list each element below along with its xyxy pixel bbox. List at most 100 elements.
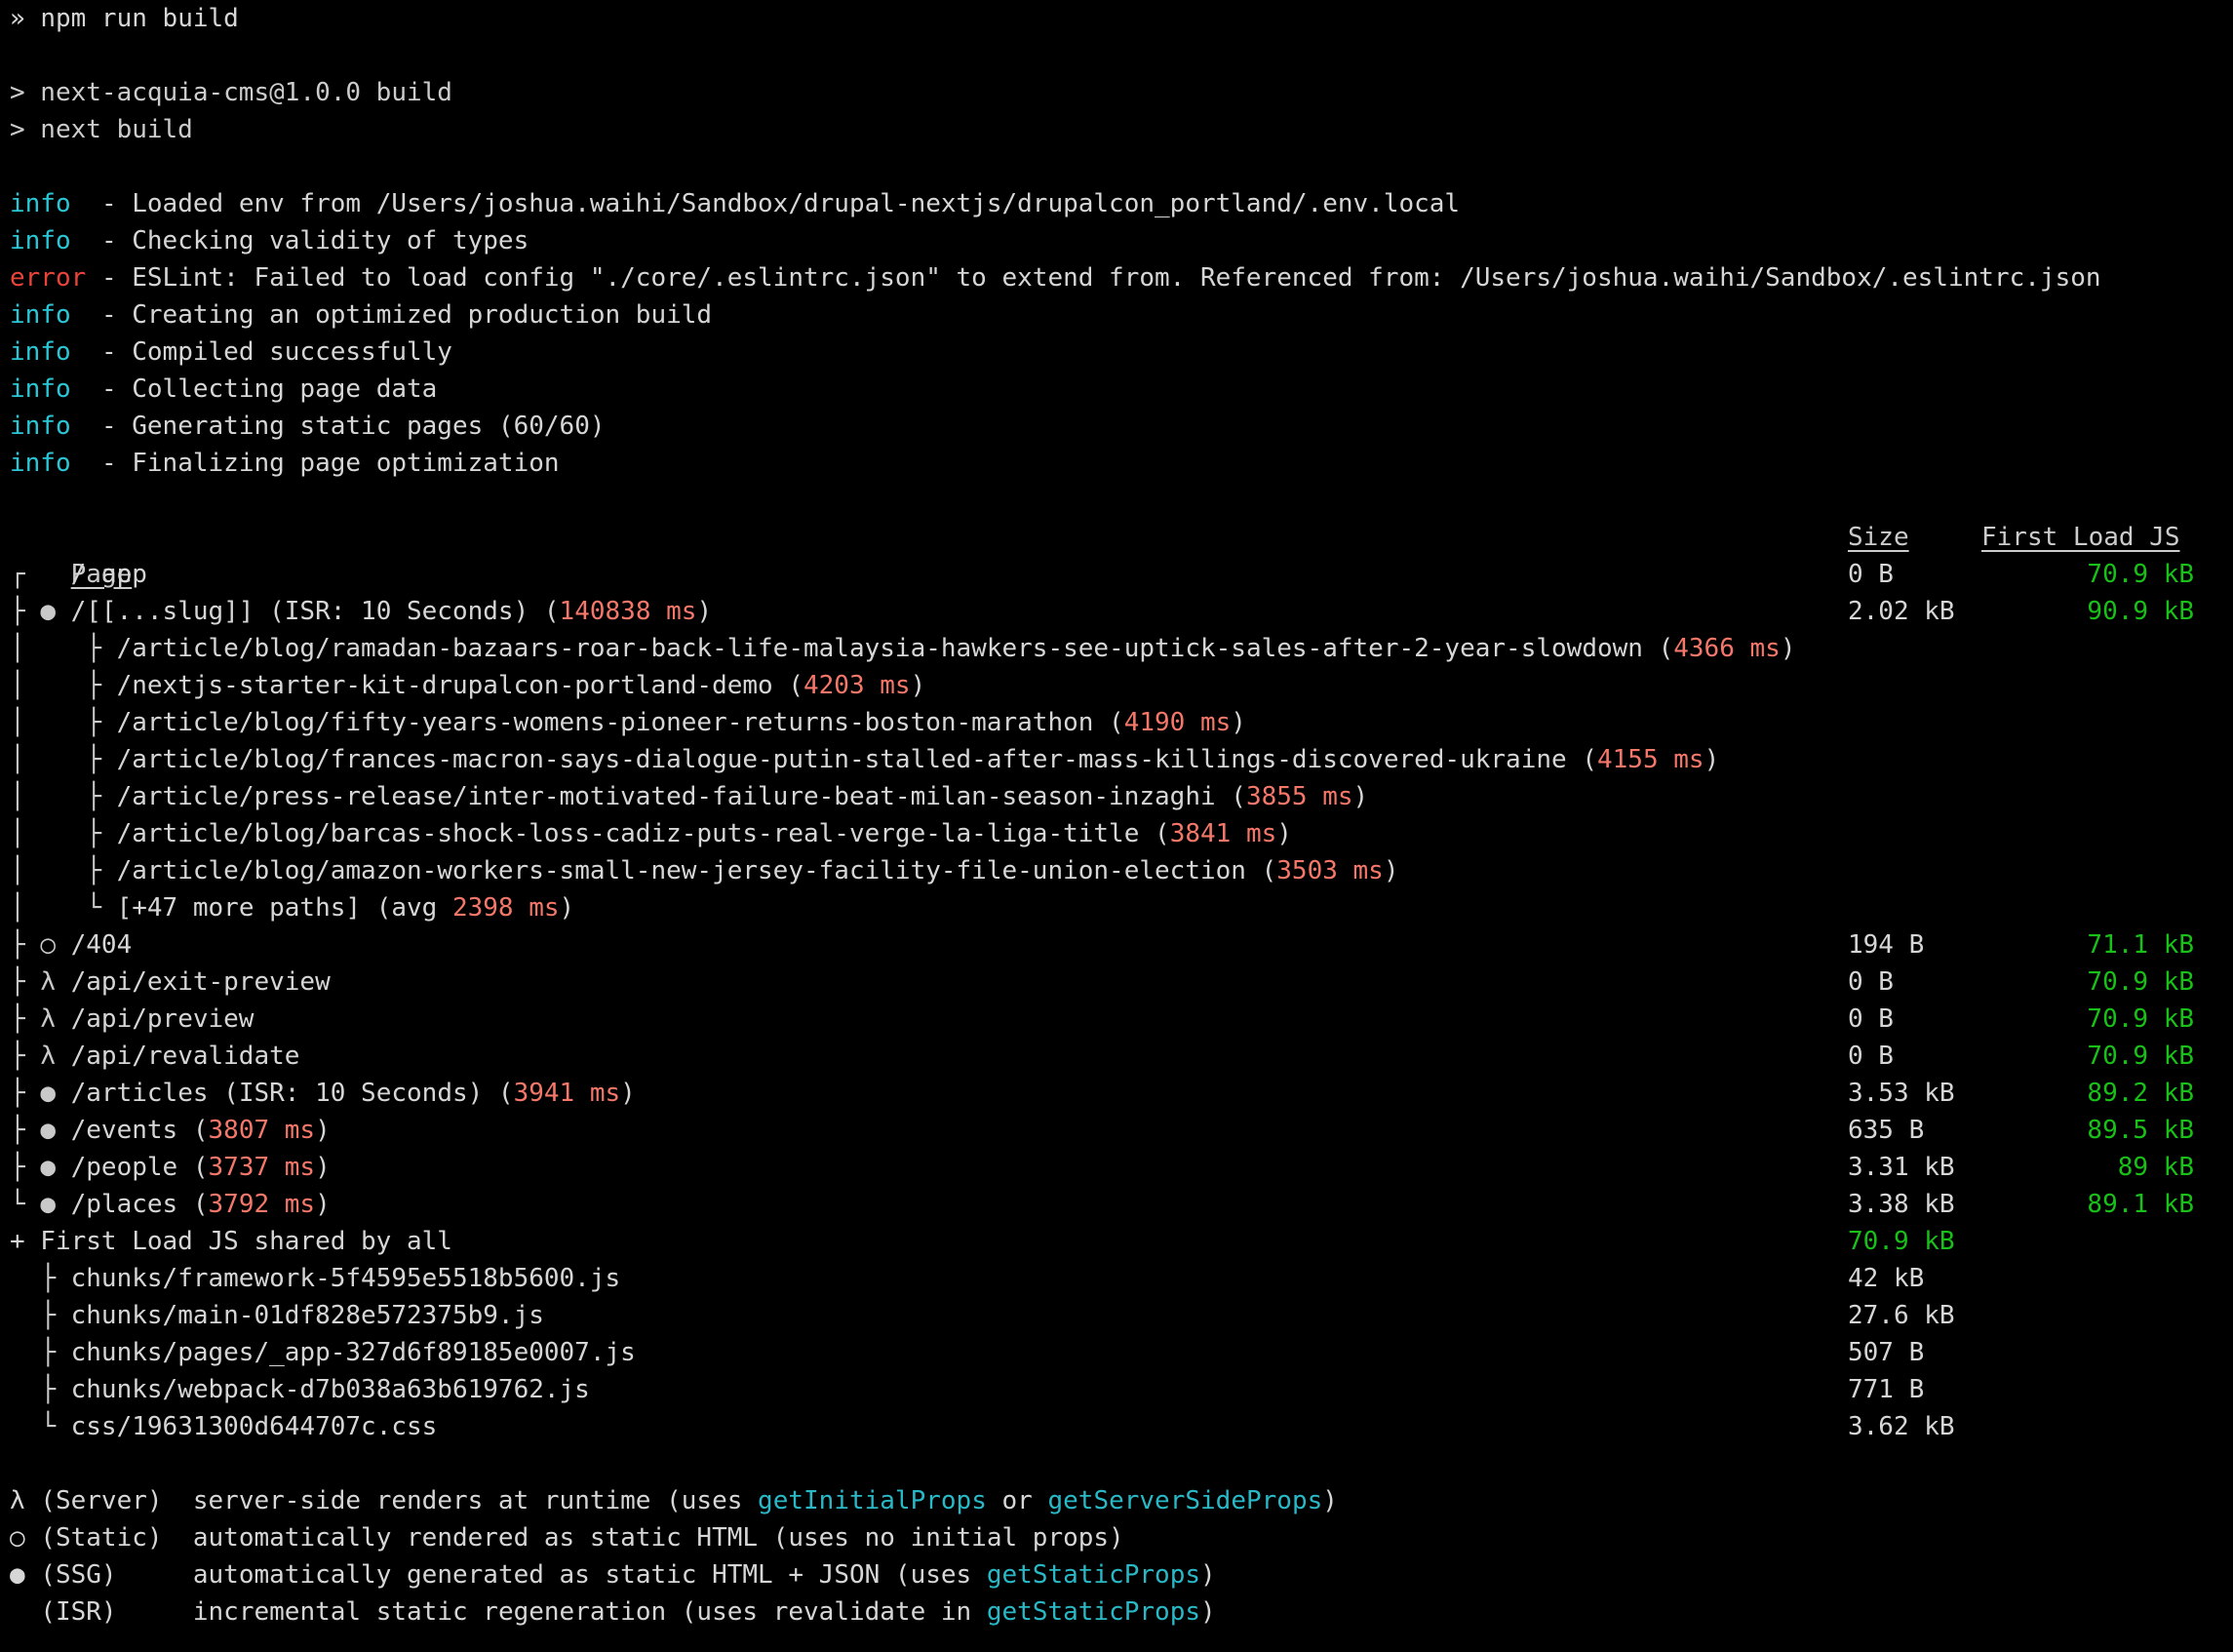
legend-marker-icon: ● [10,1560,25,1590]
command-text: npm run build [40,4,239,33]
tree-outer-connector: │ [10,708,25,737]
timing-wrap: ( [1215,782,1246,811]
chunk-size: 27.6 kB [1848,1301,1955,1330]
route-timing: 3737 ms [208,1153,316,1182]
timing-wrap-close: ) [620,1079,636,1108]
chunk-row: ├ chunks/framework-5f4595e5518b5600.js 42… [0,1260,2233,1297]
log-message: - ESLint: Failed to load config "./core/… [100,263,2101,293]
tree-gap [25,930,41,960]
route-path: /[[...slug]] [70,597,255,626]
legend-row: (ISR) incremental static regeneration (u… [0,1593,2233,1631]
route-timing: 3941 ms [513,1079,621,1108]
legend-close-paren: ) [1200,1597,1216,1627]
log-level: info [10,300,71,330]
route-size: 3.38 kB [1848,1190,1955,1219]
log-gap [71,300,101,330]
tree-outer-connector: │ [10,745,25,774]
tree-outer-connector: │ [10,893,25,923]
table-row: ├ ● /[[...slug]] (ISR: 10 Seconds) (1408… [0,593,2233,630]
log-gap [71,337,101,367]
log-message: - Creating an optimized production build [100,300,713,330]
marker-gap [56,1153,71,1182]
tree-gap [25,1004,41,1034]
tree-connector: ├ [40,1338,56,1367]
route-size: 3.31 kB [1848,1153,1955,1182]
legend-description: incremental static regeneration (uses re… [192,1597,987,1627]
route-first-load-js: 71.1 kB [2087,930,2194,960]
legend-description: automatically generated as static HTML +… [192,1560,987,1590]
path-timing: 4203 ms [803,671,911,700]
timing-wrap-close: ) [1231,708,1246,737]
legend-row: ○ (Static) automatically rendered as sta… [0,1519,2233,1556]
legend-function-name: getStaticProps [986,1597,1201,1627]
legend-marker-icon: λ [10,1486,25,1515]
chunk-name: chunks/framework-5f4595e5518b5600.js [70,1264,621,1293]
path-timing: 3503 ms [1276,856,1384,885]
marker-gap [56,1116,71,1145]
table-row: ├ ● /people (3737 ms) 3.31 kB 89 kB [0,1149,2233,1186]
route-type-marker: ● [40,1190,56,1219]
chunk-row: └ css/19631300d644707c.css 3.62 kB [0,1408,2233,1445]
route-timing: 140838 ms [559,597,697,626]
generated-path: /nextjs-starter-kit-drupalcon-portland-d… [116,671,773,700]
header-first-load-js: First Load JS [1981,523,2180,552]
route-type-marker: ● [40,1079,56,1108]
tree-gap [25,1116,41,1145]
log-line: info - Collecting page data [0,371,2233,408]
legend-function-name: getInitialProps [758,1486,987,1515]
legend-description: server-side renders at runtime (uses [192,1486,759,1515]
table-row: ├ ● /events (3807 ms) 635 B 89.5 kB [0,1112,2233,1149]
tree-connector: ├ [40,1264,56,1293]
timing-wrap: ( [772,671,803,700]
route-meta: (ISR: 10 Seconds) [254,597,529,626]
chunk-size: 42 kB [1848,1264,1925,1293]
tree-connector: ├ [10,1153,25,1182]
log-line: info - Generating static pages (60/60) [0,408,2233,445]
generated-path-row: │ ├ /nextjs-starter-kit-drupalcon-portla… [0,667,2233,704]
route-size: 3.53 kB [1848,1079,1955,1108]
legend: λ (Server) server-side renders at runtim… [0,1482,2233,1631]
path-timing: 2398 ms [451,893,560,923]
tree-connector: ├ [40,1301,56,1330]
route-first-load-js: 89 kB [2117,1153,2194,1182]
log-level: info [10,189,71,218]
timing-wrap-close: ) [910,671,926,700]
chunk-name: css/19631300d644707c.css [70,1412,438,1441]
route-timing: 3807 ms [208,1116,316,1145]
route-size: 0 B [1848,1004,1894,1034]
tree-connector: ├ [10,597,25,626]
path-timing: 3855 ms [1245,782,1353,811]
timing-wrap-close: ) [1352,782,1369,811]
legend-close-paren: ) [1200,1560,1216,1590]
timing-wrap: (avg [361,893,452,923]
route-size: 0 B [1848,1042,1894,1071]
marker-gap [56,1190,71,1219]
tree-gap [25,560,41,589]
route-type-marker: ● [40,1116,56,1145]
timing-wrap: ( [177,1153,209,1182]
timing-wrap-close: ) [315,1190,331,1219]
generated-path: /article/blog/ramadan-bazaars-roar-back-… [116,634,1643,663]
log-line: info - Loaded env from /Users/joshua.wai… [0,185,2233,222]
legend-description: automatically rendered as static HTML (u… [192,1523,1124,1553]
generated-path: /article/blog/barcas-shock-loss-cadiz-pu… [116,819,1140,848]
header-size: Size [1848,523,1909,552]
route-type-marker: ● [40,1153,56,1182]
legend-label: (ISR) [40,1597,117,1627]
legend-row: λ (Server) server-side renders at runtim… [0,1482,2233,1519]
